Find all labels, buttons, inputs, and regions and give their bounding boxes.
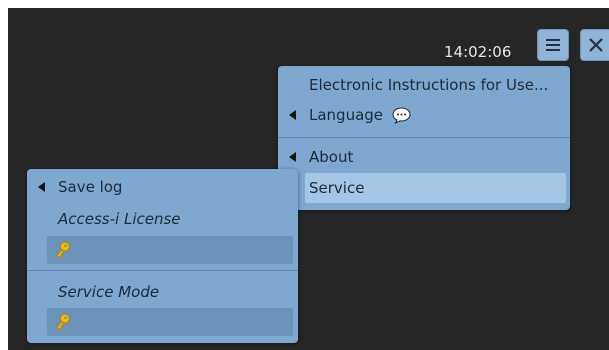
key-icon [55,241,70,259]
menu-divider [278,137,570,138]
menu-item-label: About [309,148,354,166]
access-license-field[interactable] [47,236,293,264]
clock: 14:02:06 [444,43,512,61]
menu-item-about[interactable]: About [278,142,570,172]
submenu-arrow-icon [289,110,296,120]
menu-item-label: Save log [58,178,123,196]
speech-bubble-icon [392,107,411,124]
submenu-arrow-icon [289,152,296,162]
service-mode-field[interactable] [47,308,293,336]
key-icon [55,313,70,331]
menu-item-service[interactable]: Service [305,173,566,203]
main-menu: Electronic Instructions for Use... Langu… [278,66,570,210]
menu-divider [27,270,298,271]
access-license-label: Access-i License [58,210,181,228]
menu-item-language[interactable]: Language [278,100,570,130]
menu-item-label: Language [309,106,384,124]
close-icon [589,38,603,52]
menu-item-label: Electronic Instructions for Use... [309,76,549,94]
service-mode-label: Service Mode [58,283,160,301]
close-button[interactable] [580,29,609,61]
menu-item-electronic-instructions[interactable]: Electronic Instructions for Use... [278,70,570,100]
menu-button[interactable] [537,29,569,61]
service-submenu: Save log Access-i License Service Mode [27,169,298,343]
menu-item-save-log[interactable]: Save log [27,172,298,202]
menu-item-label: Service [309,179,365,197]
app-screen: 14:02:06 Electronic Instructions for Use… [8,8,609,350]
submenu-arrow-icon [38,182,45,192]
hamburger-icon [546,39,560,51]
